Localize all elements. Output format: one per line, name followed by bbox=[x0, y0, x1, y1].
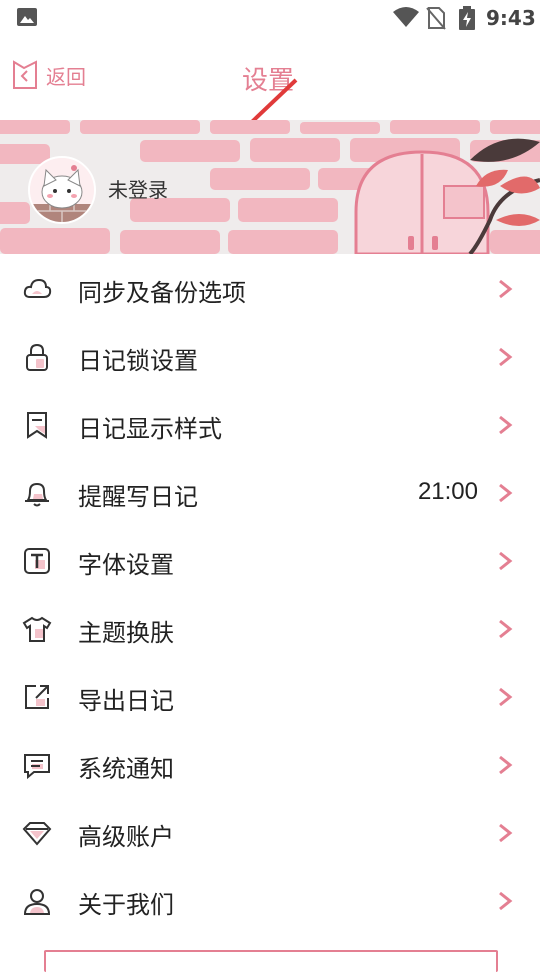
lock-icon bbox=[26, 343, 48, 371]
status-time: 9:43 bbox=[486, 6, 536, 30]
menu-item-reminder[interactable]: 提醒写日记 21:00 bbox=[0, 458, 540, 526]
user-icon bbox=[23, 889, 51, 915]
cloud-icon bbox=[23, 278, 52, 298]
no-sim-icon bbox=[426, 7, 446, 30]
back-icon bbox=[13, 60, 37, 89]
message-icon bbox=[24, 754, 50, 780]
menu-label: 字体设置 bbox=[78, 551, 174, 579]
chevron-right-icon bbox=[499, 823, 513, 843]
menu-item-premium[interactable]: 高级账户 bbox=[0, 798, 540, 866]
menu-item-sync-backup[interactable]: 同步及备份选项 bbox=[0, 254, 540, 322]
menu-label: 日记锁设置 bbox=[78, 347, 198, 375]
menu-item-about[interactable]: 关于我们 bbox=[0, 866, 540, 934]
chevron-right-icon bbox=[499, 687, 513, 707]
menu-item-diary-lock[interactable]: 日记锁设置 bbox=[0, 322, 540, 390]
menu-label: 日记显示样式 bbox=[78, 415, 222, 443]
menu-item-display-style[interactable]: 日记显示样式 bbox=[0, 390, 540, 458]
menu-item-notifications[interactable]: 系统通知 bbox=[0, 730, 540, 798]
diamond-icon bbox=[22, 822, 52, 846]
status-bar: 9:43 bbox=[0, 0, 540, 36]
menu-label: 系统通知 bbox=[78, 755, 174, 783]
chevron-right-icon bbox=[499, 619, 513, 639]
export-icon bbox=[25, 685, 49, 709]
menu-item-font-settings[interactable]: 字体设置 bbox=[0, 526, 540, 594]
login-status-label[interactable]: 未登录 bbox=[108, 174, 168, 203]
chevron-right-icon bbox=[499, 891, 513, 911]
menu-item-theme[interactable]: 主题换肤 bbox=[0, 594, 540, 662]
back-label: 返回 bbox=[46, 64, 86, 89]
wifi-icon bbox=[393, 7, 419, 27]
settings-menu: 同步及备份选项 日记锁设置 日记显示样式 提醒写日记 21:00 字体设置 主题… bbox=[0, 254, 540, 934]
chevron-right-icon bbox=[499, 755, 513, 775]
reminder-time-value: 21:00 bbox=[417, 478, 478, 505]
battery-charging-icon bbox=[459, 6, 475, 30]
image-notification-icon bbox=[17, 8, 37, 26]
shirt-icon bbox=[22, 616, 52, 642]
menu-label: 主题换肤 bbox=[78, 619, 174, 647]
menu-label: 同步及备份选项 bbox=[78, 279, 246, 307]
menu-label: 高级账户 bbox=[78, 823, 174, 851]
menu-label: 导出日记 bbox=[78, 687, 174, 715]
chevron-right-icon bbox=[499, 347, 513, 367]
avatar[interactable] bbox=[28, 156, 96, 224]
bell-icon bbox=[25, 482, 49, 507]
menu-label: 提醒写日记 bbox=[78, 483, 198, 511]
back-button[interactable]: 返回 bbox=[12, 60, 86, 90]
cat-avatar-icon bbox=[30, 158, 94, 222]
menu-label: 关于我们 bbox=[78, 891, 174, 919]
chevron-right-icon bbox=[499, 483, 513, 503]
chevron-right-icon bbox=[499, 415, 513, 435]
chevron-right-icon bbox=[499, 279, 513, 299]
menu-item-export[interactable]: 导出日记 bbox=[0, 662, 540, 730]
font-icon bbox=[24, 548, 50, 574]
bookmark-icon bbox=[27, 412, 47, 439]
chevron-right-icon bbox=[499, 551, 513, 571]
bottom-action-button[interactable] bbox=[44, 950, 498, 972]
